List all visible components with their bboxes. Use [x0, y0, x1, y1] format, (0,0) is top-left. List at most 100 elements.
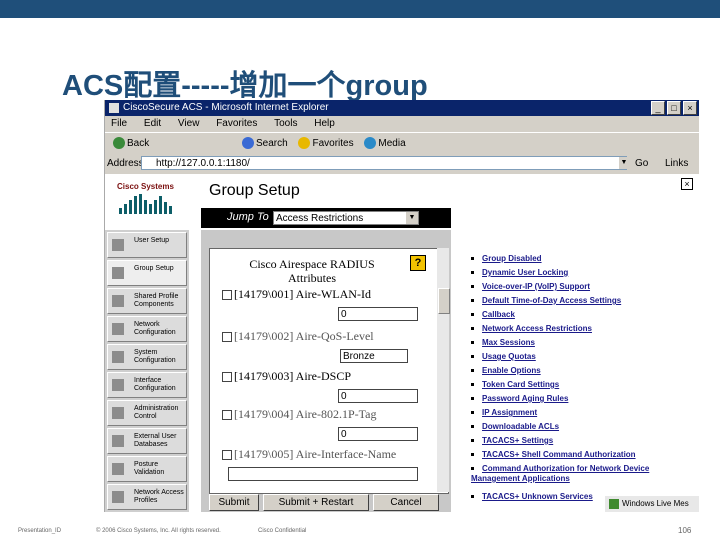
attr-row: [14179\002] Aire-QoS-Level — [222, 329, 442, 344]
media-button[interactable]: Media — [364, 133, 406, 155]
link-item[interactable]: TACACS+ Shell Command Authorization — [471, 450, 636, 459]
nav-access-profiles[interactable]: Network Access Profiles — [107, 484, 187, 510]
ie-logo-icon — [109, 103, 119, 113]
page-close-icon[interactable]: × — [681, 178, 693, 190]
link-item[interactable]: Default Time-of-Day Access Settings — [471, 296, 621, 305]
attr-input[interactable] — [228, 467, 418, 481]
slide-top-band — [0, 0, 720, 18]
links-button[interactable]: Links — [665, 154, 688, 174]
scroll-thumb[interactable] — [438, 288, 450, 314]
nav-label: Network Configuration — [134, 321, 176, 336]
menu-tools[interactable]: Tools — [274, 118, 297, 129]
favorites-label: Favorites — [312, 138, 354, 149]
attr-checkbox[interactable] — [222, 332, 232, 343]
link-item[interactable]: Password Aging Rules — [471, 394, 568, 403]
nav-network-config[interactable]: Network Configuration — [107, 316, 187, 342]
menu-help[interactable]: Help — [314, 118, 335, 129]
address-input[interactable]: http://127.0.0.1:1180/ — [141, 156, 627, 170]
scrollbar[interactable] — [437, 248, 450, 492]
cisco-bridge-logo-icon — [119, 194, 177, 214]
attr-checkbox[interactable] — [222, 450, 232, 461]
attr-checkbox[interactable] — [222, 290, 232, 301]
attr-input[interactable]: 0 — [338, 389, 418, 403]
link-item[interactable]: Usage Quotas — [471, 352, 536, 361]
submit-restart-button[interactable]: Submit + Restart — [263, 494, 369, 511]
link-text[interactable]: Downloadable ACLs — [482, 422, 559, 431]
link-item[interactable]: Callback — [471, 310, 515, 319]
link-item[interactable]: Command Authorization for Network Device… — [471, 464, 695, 484]
link-text[interactable]: Group Disabled — [482, 254, 542, 263]
link-item[interactable]: IP Assignment — [471, 408, 537, 417]
link-text[interactable]: Network Access Restrictions — [482, 324, 592, 333]
link-text[interactable]: TACACS+ Settings — [482, 436, 553, 445]
nav-admin-control[interactable]: Administration Control — [107, 400, 187, 426]
cancel-button[interactable]: Cancel — [373, 494, 439, 511]
link-item[interactable]: Downloadable ACLs — [471, 422, 559, 431]
link-item[interactable]: Dynamic User Locking — [471, 268, 568, 277]
link-item[interactable]: TACACS+ Settings — [471, 436, 553, 445]
menu-view[interactable]: View — [178, 118, 200, 129]
link-text[interactable]: Usage Quotas — [482, 352, 536, 361]
nav-external-db[interactable]: External User Databases — [107, 428, 187, 454]
go-button[interactable]: Go — [635, 154, 648, 174]
link-text[interactable]: IP Assignment — [482, 408, 537, 417]
link-text[interactable]: Command Authorization for Network Device… — [471, 464, 649, 483]
attr-checkbox[interactable] — [222, 372, 232, 383]
footer-presentation-id: Presentation_ID — [18, 528, 62, 534]
link-text[interactable]: Voice-over-IP (VoIP) Support — [482, 282, 590, 291]
nav-label: Administration Control — [134, 405, 179, 420]
nav-system-config[interactable]: System Configuration — [107, 344, 187, 370]
attr-input[interactable]: 0 — [338, 427, 418, 441]
link-text[interactable]: Enable Options — [482, 366, 541, 375]
attr-input[interactable]: 0 — [338, 307, 418, 321]
menu-bar: File Edit View Favorites Tools Help — [105, 116, 699, 132]
link-text[interactable]: TACACS+ Unknown Services — [482, 492, 593, 501]
jump-select[interactable]: Access Restrictions ▼ — [273, 211, 419, 225]
nav-interface-config[interactable]: Interface Configuration — [107, 372, 187, 398]
link-item[interactable]: Token Card Settings — [471, 380, 559, 389]
bullet-icon — [471, 425, 474, 429]
favorites-star-icon — [298, 137, 311, 150]
nav-posture[interactable]: Posture Validation — [107, 456, 187, 482]
favorites-button[interactable]: Favorites — [298, 133, 354, 155]
nav-group-setup[interactable]: Group Setup — [107, 260, 187, 286]
link-item[interactable]: Group Disabled — [471, 254, 542, 263]
minimize-button[interactable]: _ — [651, 101, 665, 115]
link-text[interactable]: Dynamic User Locking — [482, 268, 568, 277]
bullet-icon — [471, 257, 474, 261]
nav-shared-profile[interactable]: Shared Profile Components — [107, 288, 187, 314]
maximize-button[interactable]: □ — [667, 101, 681, 115]
attr-select[interactable]: Bronze — [340, 349, 408, 363]
link-item[interactable]: Enable Options — [471, 366, 541, 375]
admin-control-icon — [112, 407, 124, 419]
posture-icon — [112, 463, 124, 475]
link-item[interactable]: Voice-over-IP (VoIP) Support — [471, 282, 590, 291]
link-text[interactable]: Default Time-of-Day Access Settings — [482, 296, 621, 305]
link-text[interactable]: TACACS+ Shell Command Authorization — [482, 450, 636, 459]
search-button[interactable]: Search — [242, 133, 288, 155]
nav-label: Group Setup — [134, 265, 174, 272]
link-text[interactable]: Callback — [482, 310, 515, 319]
jump-label: Jump To — [227, 211, 269, 223]
link-item[interactable]: Max Sessions — [471, 338, 535, 347]
submit-button[interactable]: Submit — [209, 494, 259, 511]
attr-label: [14179\005] Aire-Interface-Name — [234, 447, 397, 461]
menu-favorites[interactable]: Favorites — [216, 118, 257, 129]
close-button[interactable]: × — [683, 101, 697, 115]
link-item[interactable]: Network Access Restrictions — [471, 324, 592, 333]
attr-label: [14179\004] Aire-802.1P-Tag — [234, 407, 377, 421]
address-dropdown-icon[interactable]: ▼ — [619, 157, 629, 169]
search-label: Search — [256, 138, 288, 149]
menu-edit[interactable]: Edit — [144, 118, 161, 129]
link-item[interactable]: TACACS+ Unknown Services — [471, 492, 593, 501]
attr-checkbox[interactable] — [222, 410, 232, 421]
link-text[interactable]: Token Card Settings — [482, 380, 559, 389]
link-text[interactable]: Password Aging Rules — [482, 394, 568, 403]
windows-live-bar[interactable]: Windows Live Mes — [605, 496, 699, 512]
help-icon[interactable]: ? — [410, 255, 426, 271]
menu-file[interactable]: File — [111, 118, 127, 129]
back-button[interactable]: Back — [113, 133, 149, 155]
media-icon — [364, 137, 377, 150]
link-text[interactable]: Max Sessions — [482, 338, 535, 347]
nav-user-setup[interactable]: User Setup — [107, 232, 187, 258]
